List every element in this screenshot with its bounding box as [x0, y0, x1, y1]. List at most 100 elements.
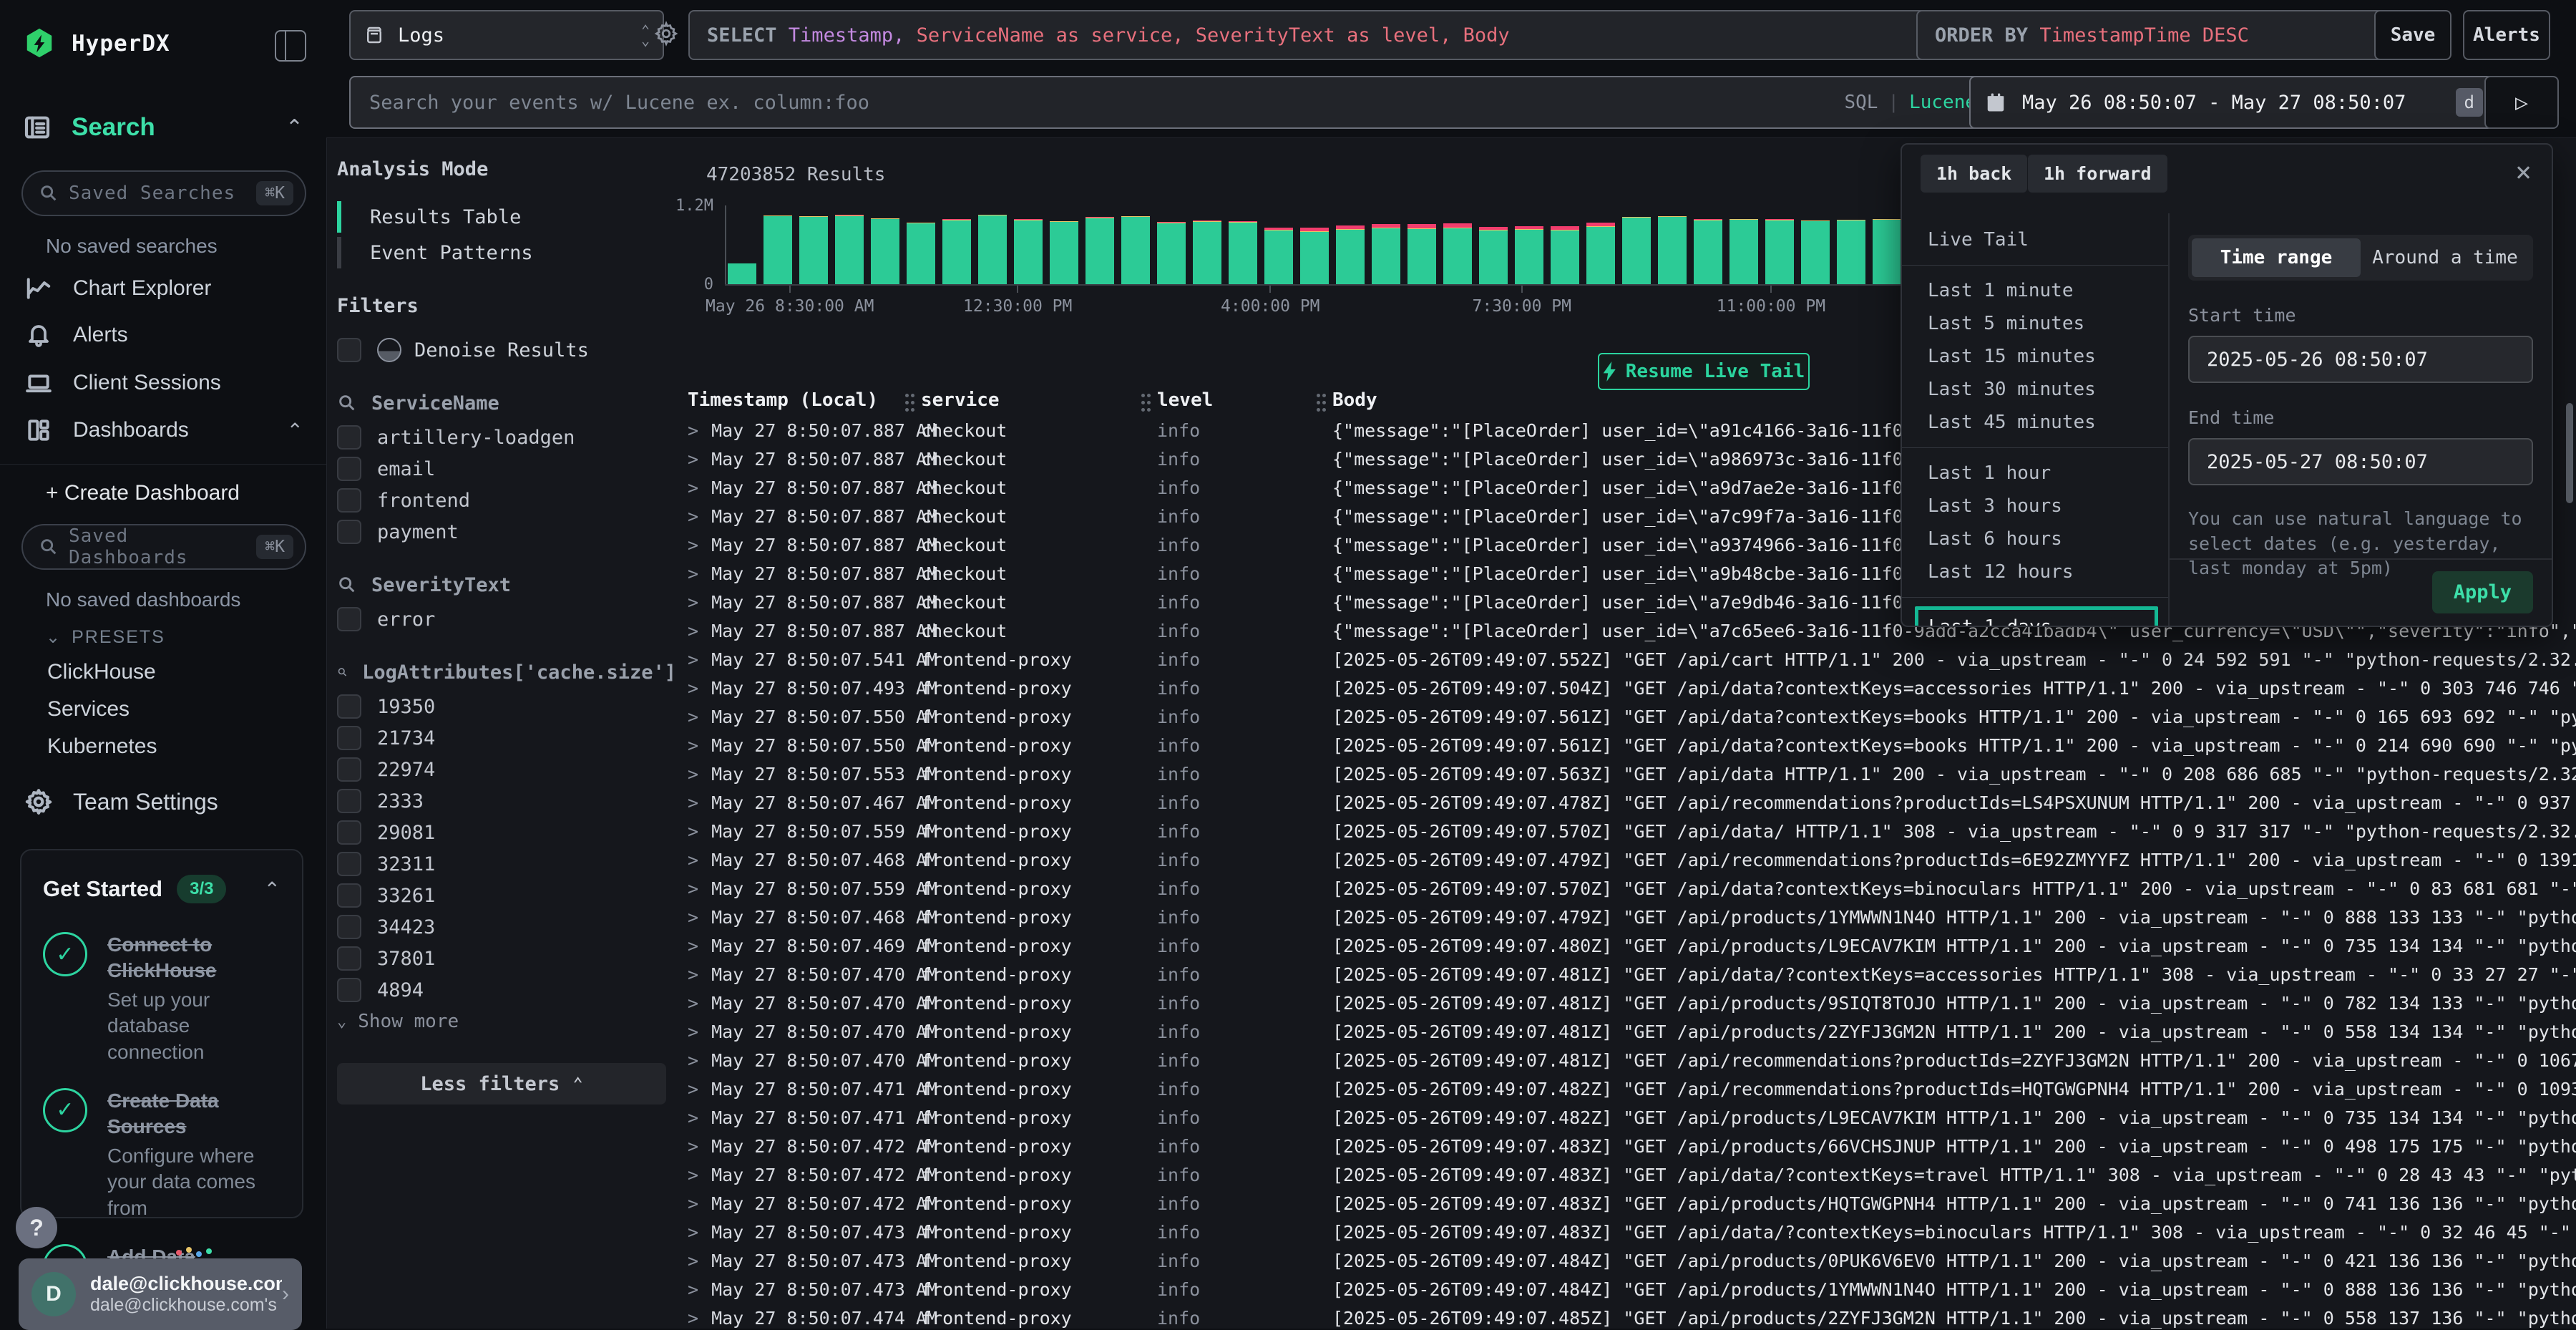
expand-row-icon[interactable]: > — [688, 563, 698, 584]
column-resize-handle[interactable] — [1141, 394, 1145, 397]
quick-range-last-1-minute[interactable]: Last 1 minute — [1902, 274, 2168, 307]
table-row[interactable]: >May 27 8:50:07.472 AMfrontend-proxyinfo… — [688, 1189, 2576, 1218]
quick-range-last-1-days[interactable]: Last 1 days — [1915, 606, 2158, 626]
filter-value-row[interactable]: error — [337, 603, 676, 635]
histogram-bar[interactable] — [1551, 226, 1579, 284]
scrollbar[interactable] — [2566, 403, 2573, 503]
table-row[interactable]: >May 27 8:50:07.468 AMfrontend-proxyinfo… — [688, 903, 2576, 931]
expand-row-icon[interactable]: > — [688, 1193, 698, 1214]
table-row[interactable]: >May 27 8:50:07.470 AMfrontend-proxyinfo… — [688, 1017, 2576, 1046]
help-button[interactable]: ? — [16, 1207, 57, 1248]
run-search-button[interactable]: ▷ — [2484, 76, 2559, 129]
expand-row-icon[interactable]: > — [688, 850, 698, 870]
filter-value-row[interactable]: 21734 — [337, 722, 676, 754]
filter-value-row[interactable]: 29081 — [337, 817, 676, 848]
filter-value-row[interactable]: email — [337, 453, 676, 485]
histogram-bar[interactable] — [1586, 223, 1615, 284]
histogram-bar[interactable] — [1515, 226, 1543, 284]
presets-toggle[interactable]: ⌄ PRESETS — [46, 627, 165, 648]
table-row[interactable]: >May 27 8:50:07.468 AMfrontend-proxyinfo… — [688, 845, 2576, 874]
search-icon[interactable] — [337, 575, 357, 595]
filter-value-row[interactable]: 33261 — [337, 880, 676, 911]
filter-checkbox[interactable] — [337, 852, 361, 876]
histogram-bar[interactable] — [1765, 219, 1794, 284]
expand-row-icon[interactable]: > — [688, 1308, 698, 1329]
histogram-bar[interactable] — [1443, 223, 1472, 284]
expand-row-icon[interactable]: > — [688, 449, 698, 470]
less-filters-button[interactable]: Less filters⌃ — [337, 1063, 666, 1105]
expand-row-icon[interactable]: > — [688, 821, 698, 842]
filter-value-row[interactable]: 37801 — [337, 943, 676, 974]
table-row[interactable]: >May 27 8:50:07.550 AMfrontend-proxyinfo… — [688, 702, 2576, 731]
table-row[interactable]: >May 27 8:50:07.474 AMfrontend-proxyinfo… — [688, 1304, 2576, 1329]
sidebar-item-dashboards[interactable]: Dashboards ⌃ — [23, 417, 303, 444]
close-icon[interactable]: × — [2515, 156, 2532, 188]
order-by-input[interactable]: ORDER BY TimestampTime DESC — [1916, 10, 2394, 60]
table-row[interactable]: >May 27 8:50:07.473 AMfrontend-proxyinfo… — [688, 1218, 2576, 1246]
column-header-level[interactable]: level — [1157, 389, 1332, 411]
histogram-bar[interactable] — [728, 263, 756, 284]
filter-value-row[interactable]: 22974 — [337, 754, 676, 785]
expand-row-icon[interactable]: > — [688, 477, 698, 498]
table-row[interactable]: >May 27 8:50:07.493 AMfrontend-proxyinfo… — [688, 674, 2576, 702]
expand-row-icon[interactable]: > — [688, 907, 698, 928]
histogram-bar[interactable] — [1157, 222, 1186, 284]
expand-row-icon[interactable]: > — [688, 1079, 698, 1100]
tab-around-a-time[interactable]: Around a time — [2361, 238, 2529, 277]
filter-checkbox[interactable] — [337, 946, 361, 971]
tab-time-range[interactable]: Time range — [2192, 238, 2361, 277]
expand-row-icon[interactable]: > — [688, 936, 698, 956]
sidebar-item-client-sessions[interactable]: Client Sessions — [23, 369, 303, 397]
expand-row-icon[interactable]: > — [688, 1050, 698, 1071]
chevron-up-icon[interactable]: ⌃ — [286, 115, 303, 140]
filter-checkbox[interactable] — [337, 607, 361, 631]
table-row[interactable]: >May 27 8:50:07.541 AMfrontend-proxyinfo… — [688, 645, 2576, 674]
histogram-bar[interactable] — [1622, 217, 1651, 284]
table-row[interactable]: >May 27 8:50:07.470 AMfrontend-proxyinfo… — [688, 989, 2576, 1017]
filter-checkbox[interactable] — [337, 757, 361, 782]
expand-row-icon[interactable]: > — [688, 678, 698, 699]
preset-kubernetes[interactable]: Kubernetes — [47, 734, 157, 759]
filter-value-row[interactable]: artillery-loadgen — [337, 422, 676, 453]
table-row[interactable]: >May 27 8:50:07.471 AMfrontend-proxyinfo… — [688, 1103, 2576, 1132]
quick-range-last-1-hour[interactable]: Last 1 hour — [1902, 457, 2168, 490]
quick-range-last-6-hours[interactable]: Last 6 hours — [1902, 523, 2168, 555]
expand-row-icon[interactable]: > — [688, 1251, 698, 1271]
expand-row-icon[interactable]: > — [688, 649, 698, 670]
save-button[interactable]: Save — [2374, 10, 2451, 60]
histogram-bar[interactable] — [1658, 216, 1687, 284]
table-row[interactable]: >May 27 8:50:07.467 AMfrontend-proxyinfo… — [688, 788, 2576, 817]
preset-clickhouse[interactable]: ClickHouse — [47, 660, 156, 684]
expand-row-icon[interactable]: > — [688, 1107, 698, 1128]
table-row[interactable]: >May 27 8:50:07.559 AMfrontend-proxyinfo… — [688, 874, 2576, 903]
histogram-bar[interactable] — [1300, 228, 1329, 284]
preset-services[interactable]: Services — [47, 697, 130, 722]
create-dashboard-button[interactable]: + Create Dashboard — [46, 481, 240, 505]
histogram-bar[interactable] — [1729, 219, 1758, 284]
column-header-service[interactable]: service — [921, 389, 1157, 411]
table-row[interactable]: >May 27 8:50:07.470 AMfrontend-proxyinfo… — [688, 960, 2576, 989]
expand-row-icon[interactable]: > — [688, 1136, 698, 1157]
filter-checkbox[interactable] — [337, 789, 361, 813]
histogram-bar[interactable] — [907, 223, 935, 284]
expand-row-icon[interactable]: > — [688, 792, 698, 813]
expand-row-icon[interactable]: > — [688, 764, 698, 785]
histogram-bar[interactable] — [1801, 220, 1830, 284]
expand-row-icon[interactable]: > — [688, 592, 698, 613]
filter-value-row[interactable]: 32311 — [337, 848, 676, 880]
histogram-bar[interactable] — [1407, 224, 1436, 284]
sidebar-item-alerts[interactable]: Alerts — [23, 322, 303, 348]
sidebar-item-chart-explorer[interactable]: Chart Explorer — [23, 275, 303, 302]
apply-button[interactable]: Apply — [2432, 571, 2533, 613]
histogram-bar[interactable] — [871, 218, 899, 284]
expand-row-icon[interactable]: > — [688, 993, 698, 1014]
filter-checkbox[interactable] — [337, 457, 361, 481]
expand-row-icon[interactable]: > — [688, 1279, 698, 1300]
sidebar-item-team-settings[interactable]: Team Settings — [23, 787, 303, 816]
expand-row-icon[interactable]: > — [688, 735, 698, 756]
filter-checkbox[interactable] — [337, 820, 361, 845]
quick-range-last-12-hours[interactable]: Last 12 hours — [1902, 555, 2168, 588]
expand-row-icon[interactable]: > — [688, 964, 698, 985]
show-more-button[interactable]: ⌄Show more — [337, 1006, 676, 1037]
get-started-header[interactable]: Get Started 3/3 ⌃ — [43, 875, 280, 903]
